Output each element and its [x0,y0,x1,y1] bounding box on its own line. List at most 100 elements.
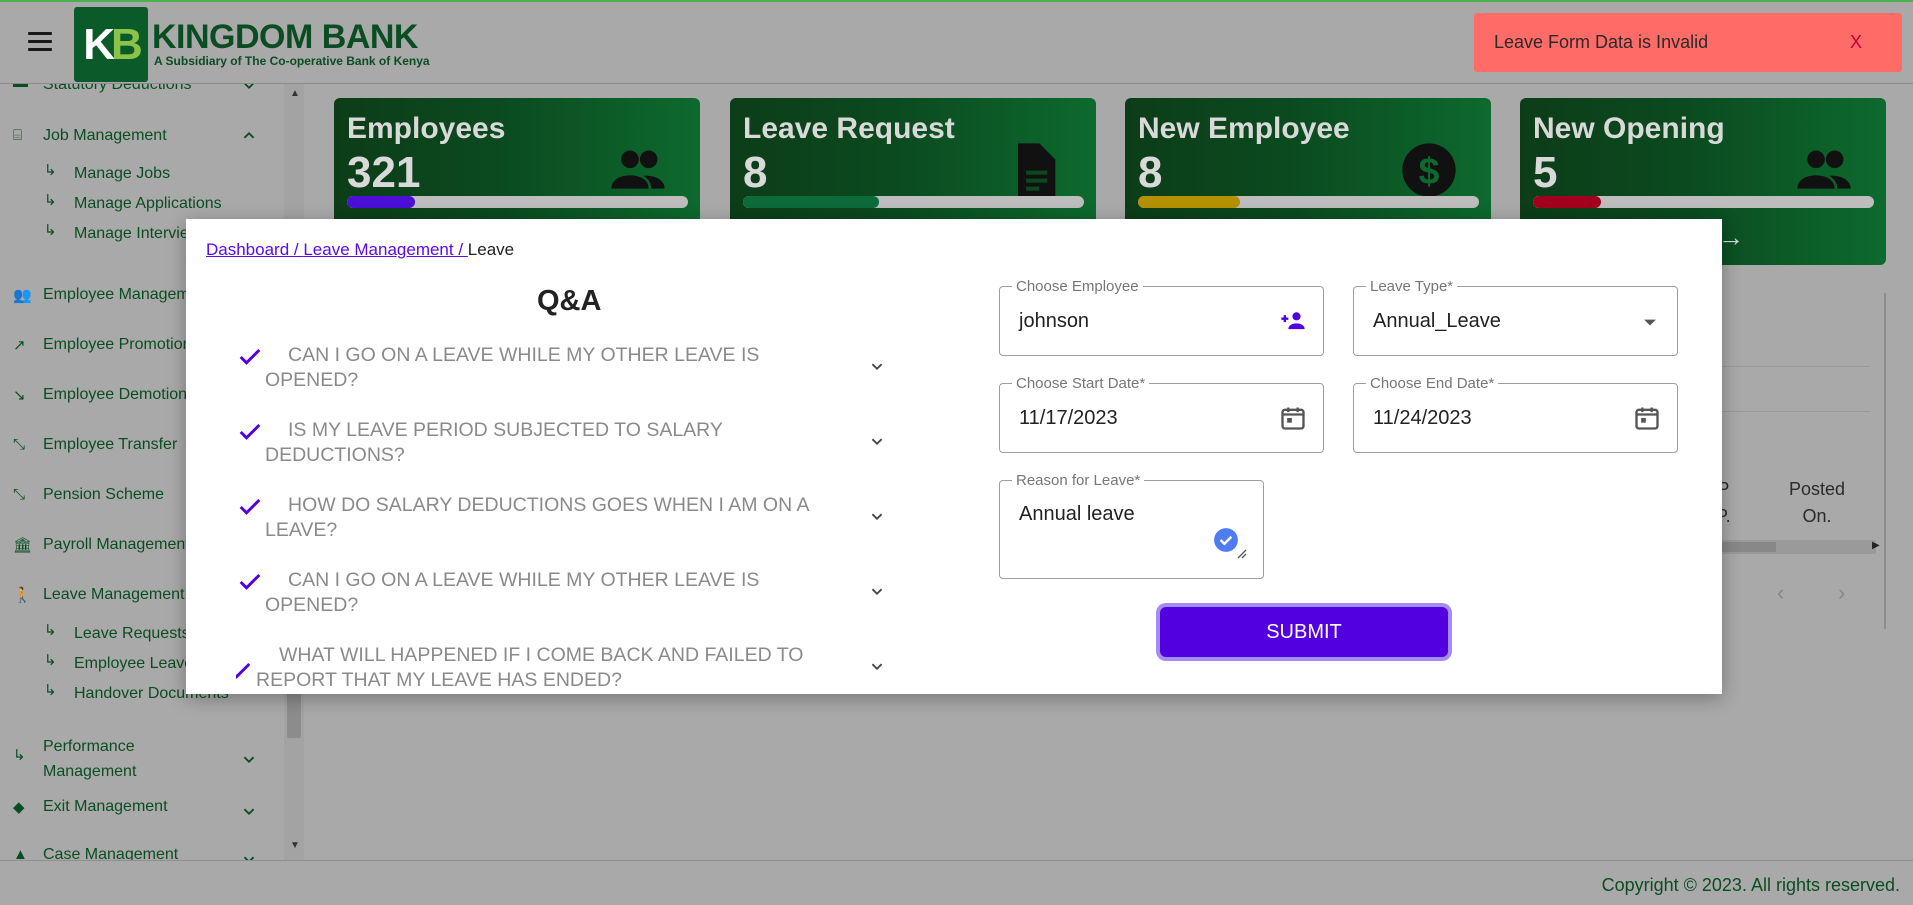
trending-down-icon: ↘ [13,387,26,404]
subitem-arrow-icon: ↳ [44,682,57,699]
faq-item[interactable]: IS MY LEAVE PERIOD SUBJECTED TO SALARY D… [236,418,916,478]
card-value: 321 [347,148,421,197]
expand-icon[interactable] [866,430,888,452]
calendar-icon[interactable] [1633,404,1661,432]
prev-page-icon[interactable]: ‹ [1777,580,1784,606]
start-date-label: Choose Start Date* [1012,375,1150,392]
arrow-icon: ↳ [13,747,26,764]
chevron-down-icon[interactable] [238,84,260,96]
breadcrumb: Dashboard / Leave Management / Leave [206,240,514,260]
document-icon [1018,143,1056,197]
footer: Copyright © 2023. All rights reserved. [0,860,1913,905]
check-icon [239,573,261,590]
employee-field[interactable]: Choose Employee johnson [999,278,1324,356]
faq-item[interactable]: CAN I GO ON A LEAVE WHILE MY OTHER LEAVE… [236,343,916,403]
card-value: 5 [1533,148,1558,197]
faq-question: HOW DO SALARY DEDUCTIONS GOES WHEN I AM … [265,494,809,541]
card-progress-fill [743,196,880,208]
end-date-label: Choose End Date* [1366,375,1499,392]
card-progress-track [743,196,1084,208]
end-date-field[interactable]: Choose End Date* 11/24/2023 [1353,375,1678,453]
subitem-arrow-icon: ↳ [44,192,57,209]
card-title: New Employee [1138,112,1350,145]
faq-question: IS MY LEAVE PERIOD SUBJECTED TO SALARY D… [265,419,723,466]
dropdown-arrow-icon[interactable] [1636,308,1664,336]
chevron-up-icon[interactable] [238,125,260,147]
card-progress-fill [1138,196,1241,208]
chevron-down-icon[interactable] [238,748,260,770]
employee-field-value[interactable]: johnson [1019,310,1089,333]
reason-value[interactable]: Annual leave [1019,503,1135,526]
copyright-text: Copyright © 2023. All rights reserved. [1601,875,1900,895]
dollar-icon: $ [1402,143,1456,197]
toast-message: Leave Form Data is Invalid [1494,32,1709,52]
subitem-arrow-icon: ↳ [44,622,57,639]
next-page-icon[interactable]: › [1838,580,1845,606]
warning-icon: ▲ [13,846,28,860]
brand-name: KINGDOM BANK [152,18,418,56]
card-value: 8 [1138,148,1163,197]
transfer-icon: ⤡ [13,436,26,453]
svg-text:$: $ [1419,149,1440,191]
people-icon [1797,150,1851,189]
scroll-right-icon[interactable]: ▶ [1872,540,1880,551]
card-progress-track [1138,196,1479,208]
chevron-down-icon[interactable] [238,848,260,860]
faq-item[interactable]: CAN I GO ON A LEAVE WHILE MY OTHER LEAVE… [236,568,916,628]
pension-icon: ⤡ [13,486,26,503]
check-icon [236,662,251,679]
start-date-value[interactable]: 11/17/2023 [1019,407,1118,430]
faq-item[interactable]: WHAT WILL HAPPENED IF I COME BACK AND FA… [236,643,916,694]
card-progress-fill [347,196,416,208]
leave-type-label: Leave Type* [1366,278,1458,295]
job-icon: ⌸ [13,127,23,144]
card-progress-track [1533,196,1874,208]
breadcrumb-current: Leave [467,240,515,259]
scroll-up-icon[interactable]: ▲ [290,88,300,99]
bank-icon: 🏛 [13,537,33,554]
calendar-icon[interactable] [1279,404,1307,432]
leave-type-select[interactable]: Leave Type* Annual_Leave [1353,278,1678,356]
subitem-arrow-icon: ↳ [44,162,57,179]
scroll-down-icon[interactable]: ▼ [290,840,300,851]
card-title: New Opening [1533,112,1725,145]
faq-question: CAN I GO ON A LEAVE WHILE MY OTHER LEAVE… [265,569,760,616]
menu-icon[interactable] [28,32,58,58]
card-progress-fill [1533,196,1602,208]
subitem-arrow-icon: ↳ [44,652,57,669]
resize-handle-icon[interactable] [1233,545,1247,559]
walk-icon: 🚶 [13,587,32,604]
check-icon [239,423,261,440]
add-person-icon[interactable] [1279,307,1307,335]
breadcrumb-leave-management[interactable]: Leave Management / [303,240,467,259]
expand-icon[interactable] [866,355,888,377]
bank-logo[interactable]: KB [74,7,148,82]
sidebar-scrollbar-thumb[interactable] [287,690,301,738]
exit-icon: ◆ [13,799,25,816]
submit-button[interactable]: SUBMIT [1160,607,1448,657]
expand-icon[interactable] [866,505,888,527]
expand-icon[interactable] [866,655,888,677]
people-icon [611,150,665,189]
qa-title: Q&A [537,285,602,317]
breadcrumb-dashboard[interactable]: Dashboard / [206,240,303,259]
card-value: 8 [743,148,768,197]
card-title: Leave Request [743,112,955,145]
expand-icon[interactable] [866,580,888,602]
faq-question: CAN I GO ON A LEAVE WHILE MY OTHER LEAVE… [265,344,760,391]
start-date-field[interactable]: Choose Start Date* 11/17/2023 [999,375,1324,453]
leave-modal: Dashboard / Leave Management / Leave Q&A… [186,219,1722,694]
reason-label: Reason for Leave* [1012,472,1145,489]
chevron-down-icon[interactable] [238,800,260,822]
end-date-value[interactable]: 11/24/2023 [1373,407,1472,430]
faq-question: WHAT WILL HAPPENED IF I COME BACK AND FA… [256,644,804,691]
error-toast: Leave Form Data is Invalid X [1474,13,1902,72]
leave-type-value[interactable]: Annual_Leave [1373,310,1501,333]
toast-close-button[interactable]: X [1850,32,1862,53]
reason-textarea[interactable]: Reason for Leave* Annual leave [999,472,1264,579]
deductions-icon: ▬ [13,84,28,91]
people-icon: 👥 [13,287,32,304]
faq-item[interactable]: HOW DO SALARY DEDUCTIONS GOES WHEN I AM … [236,493,916,553]
table-header-posted-on: Posted On. [1789,479,1846,526]
brand-subtitle: A Subsidiary of The Co-operative Bank of… [154,54,430,68]
